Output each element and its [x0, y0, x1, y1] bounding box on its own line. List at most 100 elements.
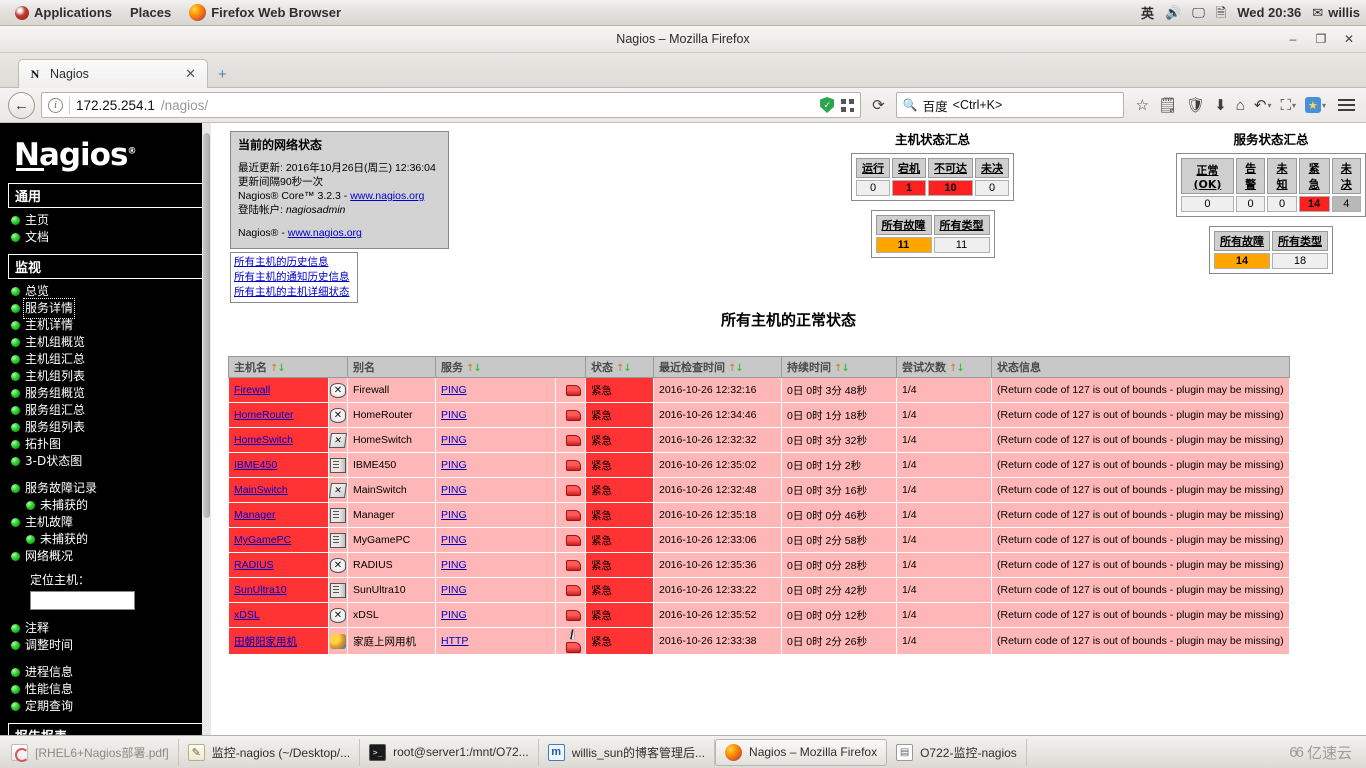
sidebar-item-service-problems[interactable]: 服务故障记录 [8, 480, 211, 497]
sort-arrows-icon[interactable]: ↑↓ [616, 363, 632, 374]
service-cell[interactable]: PING [435, 402, 556, 428]
taskbar-item-editor[interactable]: 监控-nagios (~/Desktop/... [179, 738, 361, 766]
sidebar-item-servicegroup-summary[interactable]: 服务组汇总 [8, 402, 211, 419]
taskbar-item-pdf[interactable]: [RHEL6+Nagios部署.pdf] [2, 738, 179, 766]
host-link[interactable]: IBME450 [234, 459, 277, 471]
host-totals-header[interactable]: 所有类型 [933, 215, 990, 235]
service-link[interactable]: PING [441, 459, 467, 471]
sidebar-scrollbar[interactable] [202, 123, 211, 735]
service-link[interactable]: PING [441, 559, 467, 571]
host-link[interactable]: Manager [234, 509, 275, 521]
host-link[interactable]: Firewall [234, 384, 270, 396]
new-tab-button[interactable]: + [208, 66, 237, 87]
host-name-cell[interactable]: Manager [228, 502, 329, 528]
service-summary-header[interactable]: 紧急 [1298, 158, 1330, 194]
sidebar-item-host-problems[interactable]: 主机故障 [8, 514, 211, 531]
service-summary-header[interactable]: 告警 [1235, 158, 1266, 194]
host-name-cell[interactable]: IBME450 [228, 452, 329, 478]
service-cell[interactable]: PING [435, 602, 556, 628]
reload-icon[interactable]: ⟳ [867, 96, 890, 114]
host-link[interactable]: HomeSwitch [234, 434, 293, 446]
service-cell[interactable]: PING [435, 502, 556, 528]
active-application-button[interactable]: Firefox Web Browser [180, 2, 350, 23]
service-totals-header[interactable]: 所有类型 [1272, 231, 1328, 251]
column-header-duration[interactable]: 持续时间 ↑↓ [781, 356, 897, 378]
service-cell[interactable]: PING [435, 477, 556, 503]
sidebar-item-servicegroup-grid[interactable]: 服务组列表 [8, 419, 211, 436]
tab-nagios[interactable]: N Nagios ✕ [18, 59, 208, 88]
column-header-service[interactable]: 服务 ↑↓ [435, 356, 586, 378]
service-cell[interactable]: PING [435, 377, 556, 403]
service-cell[interactable]: PING [435, 577, 556, 603]
sidebar-item-servicegroup-overview[interactable]: 服务组概览 [8, 385, 211, 402]
taskbar-item-blog[interactable]: willis_sun的博客管理后... [539, 738, 716, 766]
host-summary-header[interactable]: 未决 [975, 158, 1009, 178]
column-header-status[interactable]: 状态 ↑↓ [585, 356, 654, 378]
all-hosts-detail-link[interactable]: 所有主机的主机详细状态 [234, 285, 354, 300]
host-link[interactable]: HomeRouter [234, 409, 294, 421]
sidebar-item-host-unhandled[interactable]: 未捕获的 [8, 531, 211, 548]
download-icon[interactable]: ⬇ [1214, 96, 1227, 114]
back-button[interactable]: ← [8, 91, 35, 119]
service-link[interactable]: PING [441, 609, 467, 621]
display-icon[interactable]: 🖵 [1192, 6, 1205, 19]
all-hosts-notifications-link[interactable]: 所有主机的通知历史信息 [234, 270, 354, 285]
qr-code-icon[interactable] [841, 98, 855, 112]
taskbar-item-terminal[interactable]: root@server1:/mnt/O72... [360, 738, 539, 766]
host-name-cell[interactable]: MainSwitch [228, 477, 329, 503]
close-button[interactable]: ✕ [1336, 29, 1362, 50]
service-link[interactable]: HTTP [441, 635, 468, 647]
host-summary-header[interactable]: 运行 [856, 158, 890, 178]
sidebar-item-downtime[interactable]: 调整时间 [8, 637, 211, 654]
service-summary-header[interactable]: 未知 [1267, 158, 1297, 194]
maximize-button[interactable]: ❐ [1308, 29, 1334, 50]
sidebar-item-3d-status-map[interactable]: 3-D状态图 [8, 453, 211, 470]
service-summary-header[interactable]: 未决 [1331, 158, 1361, 194]
host-link[interactable]: xDSL [234, 609, 260, 621]
host-name-cell[interactable]: HomeSwitch [228, 427, 329, 453]
hamburger-menu-icon[interactable] [1335, 99, 1358, 111]
minimize-button[interactable]: ‒ [1280, 29, 1306, 50]
sidebar-item-performance-info[interactable]: 性能信息 [8, 681, 211, 698]
sort-arrows-icon[interactable]: ↑↓ [834, 363, 850, 374]
host-name-cell[interactable]: MyGamePC [228, 527, 329, 553]
user-menu[interactable]: ✉ willis [1312, 5, 1360, 20]
close-icon[interactable]: ✕ [183, 66, 198, 82]
host-summary-header[interactable]: 宕机 [892, 158, 926, 178]
host-totals-header[interactable]: 所有故障 [875, 215, 932, 235]
input-method-indicator[interactable]: 英 [1141, 3, 1154, 22]
sidebar-item-hostgroup-summary[interactable]: 主机组汇总 [8, 351, 211, 368]
service-link[interactable]: PING [441, 534, 467, 546]
pocket-star-icon[interactable]: ★ ▾ [1304, 97, 1326, 113]
places-menu[interactable]: Places [121, 3, 180, 22]
undo-icon[interactable]: ↶ ▾ [1254, 96, 1272, 114]
sidebar-item-service-unhandled[interactable]: 未捕获的 [8, 497, 211, 514]
url-bar[interactable]: i 172.25.254.1/nagios/ [41, 92, 862, 118]
service-cell[interactable]: PING [435, 552, 556, 578]
sidebar-item-home[interactable]: 主页 [8, 212, 211, 229]
shield-icon[interactable]: 🛡 [1186, 96, 1205, 114]
service-link[interactable]: PING [441, 409, 467, 421]
service-cell[interactable]: PING [435, 527, 556, 553]
service-summary-header[interactable]: 正常(OK) [1181, 158, 1234, 194]
taskbar-item-note[interactable]: O722-监控-nagios [887, 738, 1027, 766]
service-cell[interactable]: HTTP [435, 627, 556, 655]
sidebar-item-comments[interactable]: 注释 [8, 620, 211, 637]
shield-icon[interactable] [820, 97, 835, 113]
sidebar-item-hostgroup-grid[interactable]: 主机组列表 [8, 368, 211, 385]
service-link[interactable]: PING [441, 484, 467, 496]
sidebar-item-status-map[interactable]: 拓扑图 [8, 436, 211, 453]
host-link[interactable]: MyGamePC [234, 534, 291, 546]
applications-menu[interactable]: Applications [6, 3, 121, 22]
sidebar-item-hostgroup-overview[interactable]: 主机组概览 [8, 334, 211, 351]
host-link[interactable]: RADIUS [234, 559, 274, 571]
taskbar-item-firefox[interactable]: Nagios – Mozilla Firefox [715, 738, 888, 766]
host-name-cell[interactable]: xDSL [228, 602, 329, 628]
volume-icon[interactable]: 🔊 [1165, 6, 1181, 19]
host-name-cell[interactable]: RADIUS [228, 552, 329, 578]
host-link[interactable]: 田朝阳家用机 [234, 636, 297, 648]
sort-arrows-icon[interactable]: ↑↓ [466, 363, 482, 374]
service-link[interactable]: PING [441, 434, 467, 446]
search-input[interactable]: 🔍 百度 <Ctrl+K> [895, 92, 1124, 118]
column-header-attempts[interactable]: 尝试次数 ↑↓ [896, 356, 992, 378]
